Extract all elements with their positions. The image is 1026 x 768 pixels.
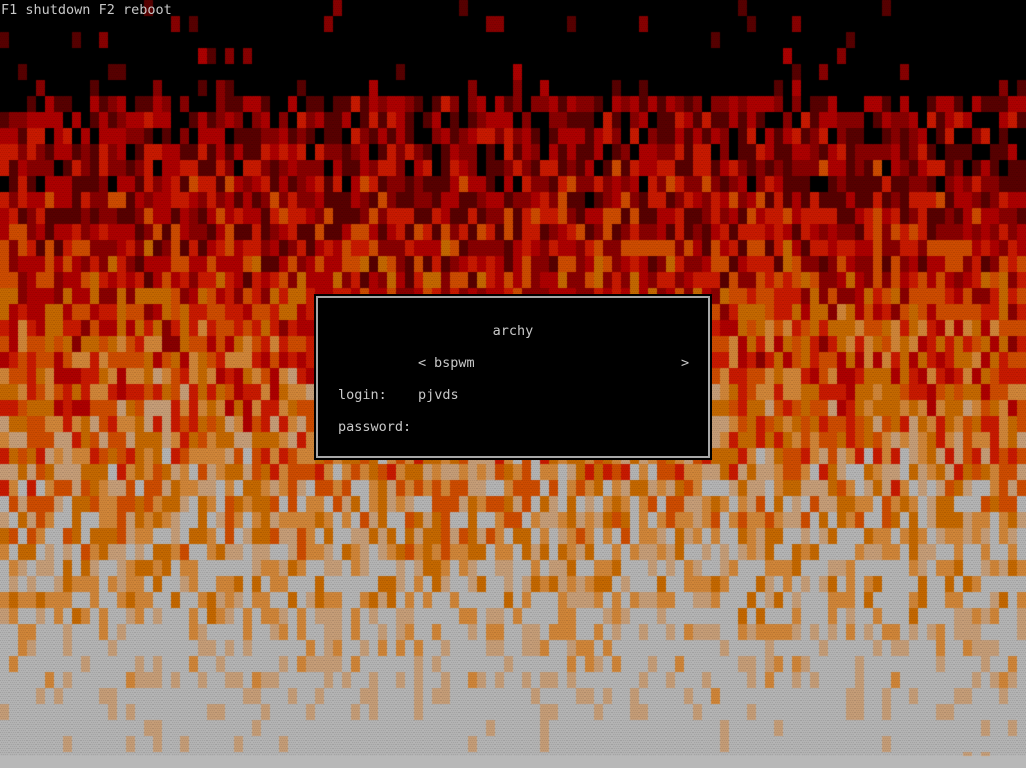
login-input[interactable]: pjvds (418, 387, 459, 403)
password-input[interactable] (418, 418, 688, 436)
shutdown-label: shutdown (25, 2, 91, 18)
display-manager-screen: F1 shutdown F2 reboot archy < bspwm > lo… (0, 0, 1026, 768)
login-label: login: (338, 387, 387, 403)
power-hints: F1 shutdown F2 reboot (1, 2, 172, 18)
session-next-icon[interactable]: > (681, 355, 689, 371)
hostname: archy (492, 323, 534, 339)
login-dialog: archy < bspwm > login: pjvds password: (314, 294, 712, 460)
session-prev-icon[interactable]: < (418, 355, 426, 371)
session-selector[interactable]: bspwm (434, 355, 475, 371)
shutdown-key[interactable]: F1 (1, 2, 17, 18)
reboot-key[interactable]: F2 (99, 2, 115, 18)
password-label: password: (338, 419, 412, 435)
reboot-label: reboot (122, 2, 172, 18)
